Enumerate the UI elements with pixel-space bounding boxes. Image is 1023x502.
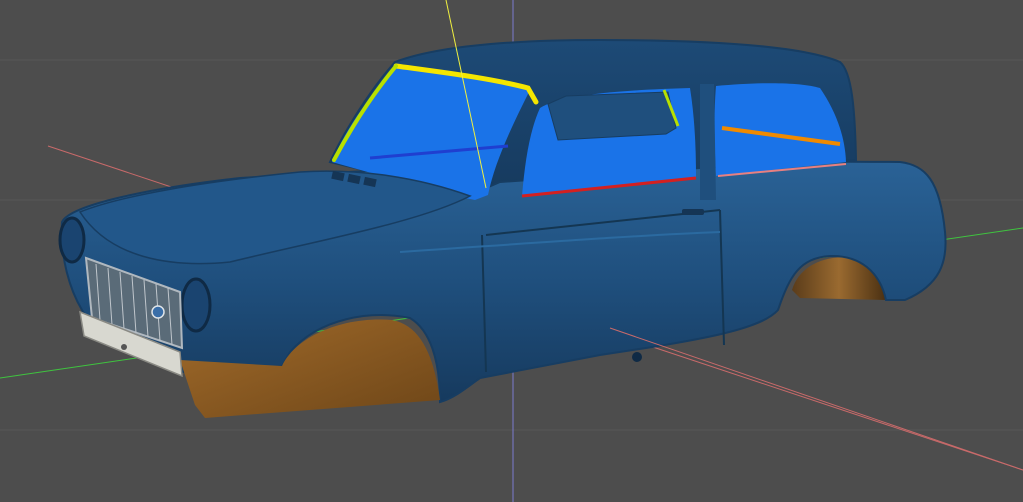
fuel-cap bbox=[632, 352, 642, 362]
viewport-canvas[interactable] bbox=[0, 0, 1023, 502]
badge-icon bbox=[151, 305, 165, 319]
door-handle[interactable] bbox=[682, 209, 704, 215]
bumper-overrider bbox=[121, 344, 127, 350]
window-pillar bbox=[547, 91, 677, 141]
right-headlight bbox=[180, 277, 212, 333]
3d-viewport[interactable] bbox=[0, 0, 1023, 502]
x-axis-line-front bbox=[609, 327, 1023, 471]
b-pillar bbox=[700, 84, 716, 200]
left-headlight bbox=[58, 216, 86, 264]
